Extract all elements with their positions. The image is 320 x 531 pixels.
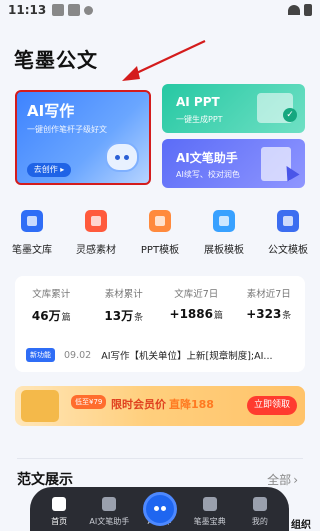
robot-icon xyxy=(105,142,139,172)
gift-icon xyxy=(21,390,59,422)
ai-write-card[interactable]: AI写作 一键创作笔杆子级好文 去创作 ▸ xyxy=(15,90,151,185)
stat-material-recent: 素材近7日 +323条 xyxy=(233,286,306,324)
ai-helper-title: AI文笔助手 xyxy=(176,151,238,165)
check-icon: ✓ xyxy=(283,108,297,122)
ai-write-subtitle: 一键创作笔杆子级好文 xyxy=(27,125,107,134)
inspiration-icon xyxy=(85,210,107,232)
stat-label: 文库近7日 xyxy=(174,289,219,300)
document-template-icon xyxy=(277,210,299,232)
tab-label: 我的 xyxy=(251,517,268,526)
tab-handbook[interactable]: 笔墨宝典 xyxy=(185,497,235,527)
stat-value: 13万条 xyxy=(104,309,144,323)
status-right xyxy=(288,4,312,16)
stat-library-total: 文库累计 46万篇 xyxy=(15,286,88,324)
tab-home[interactable]: 首页 xyxy=(34,497,84,527)
stat-library-recent: 文库近7日 +1886篇 xyxy=(160,286,233,324)
battery-icon xyxy=(304,4,312,16)
stat-label: 素材累计 xyxy=(104,289,143,300)
chevron-right-icon: › xyxy=(293,473,298,487)
tab-label: 首页 xyxy=(51,517,68,526)
download-icon xyxy=(84,5,94,15)
section-divider xyxy=(17,458,303,459)
status-time: 11:13 xyxy=(8,3,47,17)
price-tag: 低至¥79 xyxy=(71,395,107,409)
app-title: 笔墨公文 xyxy=(14,48,98,72)
ai-ppt-card[interactable]: AI PPT 一键生成PPT ✓ xyxy=(162,84,305,133)
claim-now-button[interactable]: 立即领取 xyxy=(247,396,297,415)
shortcut-library[interactable]: 笔墨文库 xyxy=(0,206,64,261)
ai-ppt-title: AI PPT xyxy=(176,95,220,109)
overflow-label: 组织机 xyxy=(291,520,311,531)
bottom-tab-bar: 首页 AI文笔助手 AI写作 笔墨宝典 我的 xyxy=(30,487,289,531)
stat-material-total: 素材累计 13万条 xyxy=(88,286,161,324)
shortcut-label: 展板模板 xyxy=(204,245,244,256)
tab-ai-helper[interactable]: AI文笔助手 xyxy=(84,497,134,527)
status-bar: 11:13 xyxy=(0,0,320,20)
news-date: 09.02 xyxy=(64,349,92,361)
promo-text: 限时会员价 直降188 xyxy=(111,398,214,411)
sample-section-title: 范文展示 xyxy=(17,472,73,488)
stat-value: 46万篇 xyxy=(31,309,71,323)
go-create-button[interactable]: 去创作 ▸ xyxy=(27,163,71,177)
shortcut-board-template[interactable]: 展板模板 xyxy=(192,206,256,261)
view-all-link[interactable]: 全部 › xyxy=(267,471,298,488)
wifi-icon xyxy=(288,5,300,15)
tab-label: 笔墨宝典 xyxy=(193,517,226,526)
stat-value: +323条 xyxy=(246,307,292,321)
user-icon xyxy=(252,497,267,511)
stats-card: 文库累计 46万篇 素材累计 13万条 文库近7日 +1886篇 素材近7日 +… xyxy=(15,276,305,372)
notification-icon xyxy=(52,4,65,16)
shortcut-label: 公文模板 xyxy=(268,245,308,256)
shortcut-label: PPT模板 xyxy=(140,245,180,256)
news-text: AI写作【机关单位】上新[规章制度];AI... xyxy=(101,351,273,362)
folder-icon xyxy=(202,497,217,511)
stat-label: 文库累计 xyxy=(32,289,71,300)
ai-ppt-subtitle: 一键生成PPT xyxy=(176,115,223,124)
shortcut-label: 灵感素材 xyxy=(76,245,116,256)
stat-value: +1886篇 xyxy=(169,307,223,321)
tab-mine[interactable]: 我的 xyxy=(235,497,285,527)
shortcut-document-template[interactable]: 公文模板 xyxy=(256,206,320,261)
shortcut-ppt-template[interactable]: PPT模板 xyxy=(128,206,192,261)
stats-row: 文库累计 46万篇 素材累计 13万条 文库近7日 +1886篇 素材近7日 +… xyxy=(15,286,305,324)
ai-robot-icon xyxy=(143,492,178,526)
tab-label: AI文笔助手 xyxy=(89,517,130,526)
promo-banner[interactable]: 低至¥79 限时会员价 直降188 立即领取 xyxy=(15,386,305,426)
ai-helper-card[interactable]: AI文笔助手 AI续写、校对润色 xyxy=(162,139,305,188)
library-icon xyxy=(21,210,43,232)
ai-helper-subtitle: AI续写、校对润色 xyxy=(176,170,240,179)
annotation-arrow xyxy=(122,40,206,81)
shortcut-label: 笔墨文库 xyxy=(12,245,52,256)
shortcut-row: 笔墨文库 灵感素材 PPT模板 展板模板 公文模板 xyxy=(0,206,320,261)
shortcut-inspiration[interactable]: 灵感素材 xyxy=(64,206,128,261)
board-template-icon xyxy=(213,210,235,232)
home-icon xyxy=(52,497,67,511)
new-feature-badge: 新功能 xyxy=(26,348,55,362)
notification-icon xyxy=(68,4,81,16)
ai-write-title: AI写作 xyxy=(27,102,75,120)
news-ticker[interactable]: 新功能 09.02 AI写作【机关单位】上新[规章制度];AI... xyxy=(26,347,298,363)
stat-label: 素材近7日 xyxy=(246,289,291,300)
pen-icon xyxy=(102,497,117,511)
ppt-template-icon xyxy=(149,210,171,232)
tab-ai-write[interactable]: AI写作 xyxy=(134,492,184,527)
